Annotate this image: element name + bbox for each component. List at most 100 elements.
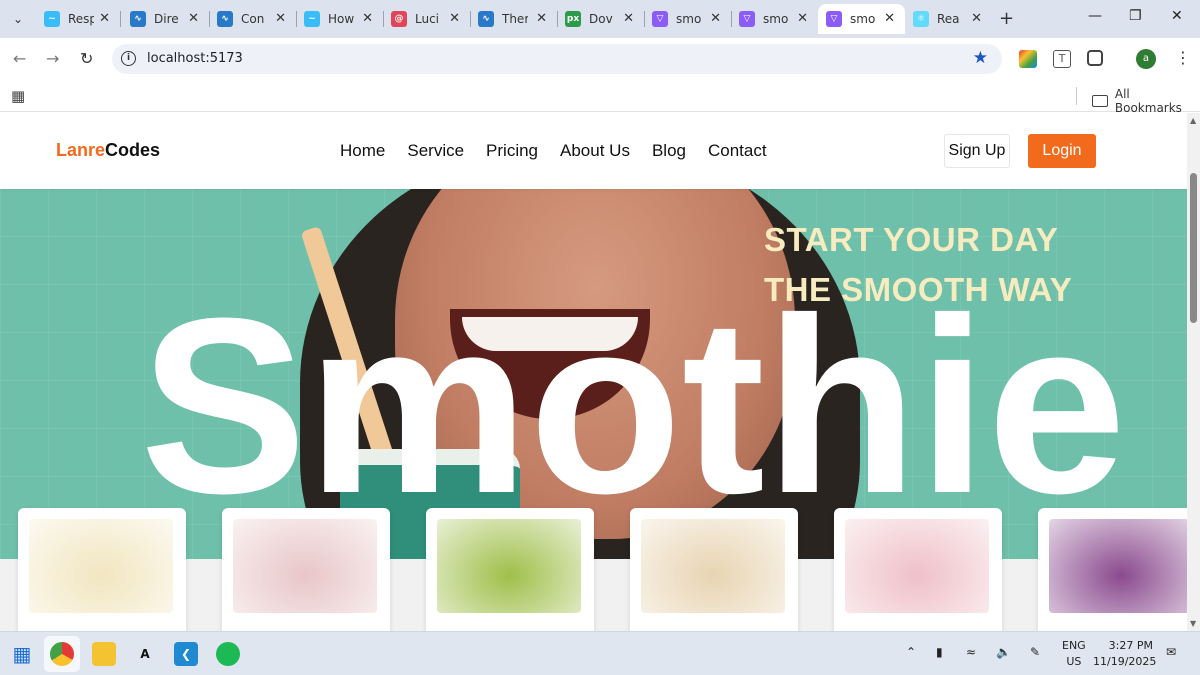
nav-blog[interactable]: Blog <box>652 141 686 161</box>
new-tab-button[interactable]: + <box>999 8 1014 29</box>
wifi-icon[interactable]: ≈ <box>966 645 976 659</box>
vscode-icon[interactable]: ❮ <box>174 642 198 666</box>
tab-title: smo <box>676 12 702 26</box>
browser-tab[interactable]: ⚛ Rea ✕ <box>905 4 992 34</box>
login-button[interactable]: Login <box>1028 134 1096 168</box>
browser-toolbar: ← → ↻ i localhost:5173 ★ T a ⋮ <box>0 38 1200 80</box>
profile-avatar[interactable]: a <box>1136 49 1156 69</box>
tab-title: Ther <box>502 12 528 26</box>
tab-close-icon[interactable]: ✕ <box>797 11 808 26</box>
react-icon: ⚛ <box>913 11 929 27</box>
tab-close-icon[interactable]: ✕ <box>362 11 373 26</box>
browser-tab[interactable]: px Dov ✕ <box>557 4 644 34</box>
browser-tab[interactable]: ∿ Dire ✕ <box>122 4 209 34</box>
product-card[interactable] <box>426 508 594 631</box>
bookmark-star-icon[interactable]: ★ <box>973 48 988 68</box>
spotify-icon[interactable] <box>216 642 240 666</box>
volume-icon[interactable]: 🔈 <box>996 645 1011 659</box>
site-logo[interactable]: LanreCodes <box>56 140 160 161</box>
lucide-icon: @ <box>391 11 407 27</box>
anthropic-app-icon[interactable]: A <box>133 642 157 666</box>
notification-icon[interactable]: ✉ <box>1166 645 1176 659</box>
logo-part-lanre: Lanre <box>56 140 106 160</box>
lang-region: US <box>1066 655 1082 668</box>
tailwind-icon: ~ <box>304 11 320 27</box>
vite-icon: ▽ <box>739 11 755 27</box>
page-scrollbar[interactable]: ▲ ▼ <box>1187 113 1200 631</box>
tab-close-icon[interactable]: ✕ <box>710 11 721 26</box>
battery-icon[interactable]: ▮ <box>936 645 943 659</box>
url-text[interactable]: localhost:5173 <box>147 51 243 66</box>
browser-tab[interactable]: ▽ smo ✕ <box>644 4 731 34</box>
tray-overflow-icon[interactable]: ⌃ <box>906 645 916 659</box>
browser-tab[interactable]: ~ Resp ✕ <box>36 4 120 34</box>
browser-tab[interactable]: ∿ Ther ✕ <box>470 4 557 34</box>
product-card[interactable] <box>834 508 1002 631</box>
extensions-puzzle-icon[interactable] <box>1087 50 1103 66</box>
site-info-icon[interactable]: i <box>121 51 136 66</box>
browser-tab[interactable]: ▽ smo ✕ <box>818 4 905 34</box>
tab-title: Resp <box>68 12 94 26</box>
tab-search-button[interactable]: ⌄ <box>6 7 30 31</box>
color-picker-extension-icon[interactable] <box>1019 50 1037 68</box>
tab-close-icon[interactable]: ✕ <box>536 11 547 26</box>
tab-title: Rea <box>937 12 960 26</box>
tab-close-icon[interactable]: ✕ <box>971 11 982 26</box>
nav-service[interactable]: Service <box>407 141 464 161</box>
back-icon[interactable]: ← <box>13 49 26 68</box>
browser-menu-icon[interactable]: ⋮ <box>1175 48 1191 67</box>
chrome-icon[interactable] <box>50 642 74 666</box>
product-card[interactable] <box>1038 508 1187 631</box>
berry-smoothie-image <box>1049 519 1187 613</box>
language-indicator[interactable]: ENG US <box>1062 638 1086 670</box>
tab-close-icon[interactable]: ✕ <box>623 11 634 26</box>
nav-home[interactable]: Home <box>340 141 385 161</box>
pen-icon[interactable]: ✎ <box>1030 645 1040 659</box>
docs-icon: ∿ <box>217 11 233 27</box>
tab-close-icon[interactable]: ✕ <box>188 11 199 26</box>
apps-grid-icon[interactable]: ▦ <box>11 87 25 105</box>
tab-close-icon[interactable]: ✕ <box>449 11 460 26</box>
browser-tab[interactable]: ~ How ✕ <box>296 4 383 34</box>
browser-tab[interactable]: @ Luci ✕ <box>383 4 470 34</box>
assorted-smoothies-with-straws-image <box>233 519 377 613</box>
bookmarks-bar: ▦ All Bookmarks <box>0 80 1200 115</box>
product-card[interactable] <box>222 508 390 631</box>
tab-title: Dire <box>154 12 179 26</box>
clock[interactable]: 3:27 PM 11/19/2025 <box>1093 638 1157 670</box>
scroll-down-icon[interactable]: ▼ <box>1190 619 1196 628</box>
close-window-icon[interactable]: ✕ <box>1171 8 1183 24</box>
site-header: LanreCodes Home Service Pricing About Us… <box>0 113 1187 189</box>
file-explorer-icon[interactable] <box>92 642 116 666</box>
clock-time: 3:27 PM <box>1108 639 1153 652</box>
nav-pricing[interactable]: Pricing <box>486 141 538 161</box>
mango-lime-smoothie-image <box>29 519 173 613</box>
bookmarks-divider <box>1076 87 1077 105</box>
address-bar[interactable]: i localhost:5173 ★ <box>112 44 1002 74</box>
tab-title: smo <box>763 12 789 26</box>
nav-contact[interactable]: Contact <box>708 141 767 161</box>
sign-up-button[interactable]: Sign Up <box>944 134 1010 168</box>
scroll-up-icon[interactable]: ▲ <box>1190 116 1196 125</box>
green-kiwi-smoothie-image <box>437 519 581 613</box>
product-card[interactable] <box>18 508 186 631</box>
restore-icon[interactable]: ❐ <box>1129 8 1142 24</box>
browser-tab[interactable]: ∿ Con ✕ <box>209 4 296 34</box>
minimize-icon[interactable]: — <box>1088 8 1102 24</box>
nav-about-us[interactable]: About Us <box>560 141 630 161</box>
tab-close-icon[interactable]: ✕ <box>884 11 895 26</box>
product-card[interactable] <box>630 508 798 631</box>
tab-close-icon[interactable]: ✕ <box>99 11 110 26</box>
tab-title: smo <box>850 12 876 26</box>
windows-start-icon[interactable]: ▦ <box>10 642 34 666</box>
reload-icon[interactable]: ↻ <box>80 49 93 68</box>
all-bookmarks-label: All Bookmarks <box>1114 87 1182 115</box>
hero-big-title: Smothie <box>140 266 1127 545</box>
all-bookmarks-button[interactable]: All Bookmarks <box>1092 87 1200 115</box>
scroll-thumb[interactable] <box>1190 173 1197 323</box>
text-extension-icon[interactable]: T <box>1053 50 1071 68</box>
tab-close-icon[interactable]: ✕ <box>275 11 286 26</box>
browser-tab[interactable]: ▽ smo ✕ <box>731 4 818 34</box>
forward-icon[interactable]: → <box>46 49 59 68</box>
clock-date: 11/19/2025 <box>1093 655 1157 668</box>
